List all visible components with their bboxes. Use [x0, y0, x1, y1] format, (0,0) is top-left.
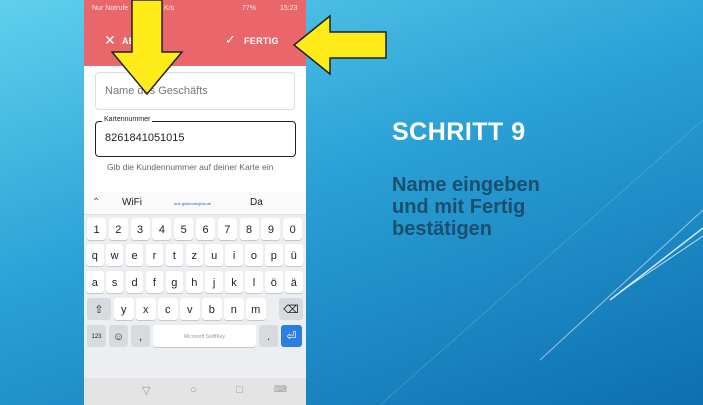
key-h[interactable]: h [185, 271, 203, 293]
key-y[interactable]: y [114, 298, 134, 320]
enter-key[interactable]: ⏎ [281, 325, 302, 347]
slide-instruction: Name eingeben und mit Fertig bestätigen [392, 174, 642, 240]
key-row-bottom: 123 ☺ , Microsoft SwiftKey . ⏎ [84, 323, 306, 349]
suggestion-bar: ⌃ WiFi ertz.goldenmujtas.de Da [84, 192, 306, 215]
key-s[interactable]: s [105, 271, 124, 293]
key-u[interactable]: u [205, 244, 223, 266]
key-ä[interactable]: ä [285, 271, 303, 293]
key-e[interactable]: e [125, 244, 144, 266]
key-ö[interactable]: ö [265, 271, 283, 293]
key-3[interactable]: 3 [130, 218, 150, 240]
key-o[interactable]: o [245, 244, 263, 266]
card-number-hint: Gib die Kundennummer auf deiner Karte ei… [107, 162, 274, 172]
key-d[interactable]: d [125, 271, 144, 293]
check-icon[interactable]: ✓ [225, 32, 236, 48]
suggestion-small[interactable]: ertz.goldenmujtas.de [174, 201, 211, 206]
left-arrow [292, 14, 387, 76]
key-7[interactable]: 7 [217, 218, 237, 240]
comma-key[interactable]: , [131, 325, 150, 347]
card-number-label: Kartennummer [102, 116, 153, 123]
key-k[interactable]: k [225, 271, 243, 293]
card-number-field[interactable]: Kartennummer 8261841051015 [95, 116, 296, 157]
key-t[interactable]: t [165, 244, 184, 266]
key-ü[interactable]: ü [285, 244, 303, 266]
key-2[interactable]: 2 [108, 218, 128, 240]
card-number-value: 8261841051015 [105, 132, 185, 144]
key-g[interactable]: g [165, 271, 184, 293]
keyboard: ⌃ WiFi ertz.goldenmujtas.de Da 123456789… [84, 192, 306, 405]
shift-key[interactable]: ⇧ [87, 298, 111, 320]
home-icon[interactable]: ○ [190, 384, 197, 396]
key-n[interactable]: n [224, 298, 244, 320]
clock-text: 15:23 [280, 5, 298, 12]
key-6[interactable]: 6 [196, 218, 215, 240]
key-row-2: asdfghjklöä [84, 269, 306, 295]
key-9[interactable]: 9 [261, 218, 281, 240]
instruction-line-2: und mit Fertig [392, 196, 526, 218]
key-j[interactable]: j [205, 271, 223, 293]
keyboard-hide-icon[interactable]: ⌨ [274, 384, 287, 395]
key-1[interactable]: 1 [87, 218, 106, 240]
key-f[interactable]: f [145, 271, 164, 293]
deco-line [619, 235, 703, 293]
key-z[interactable]: z [185, 244, 203, 266]
key-q[interactable]: q [86, 244, 104, 266]
key-b[interactable]: b [202, 298, 222, 320]
deco-line [379, 119, 703, 405]
key-row-numbers: 1234567890 [84, 216, 306, 242]
key-row-3: ⇧ ⌫ yxcvbnm [84, 296, 306, 322]
key-c[interactable]: c [158, 298, 178, 320]
expand-icon[interactable]: ⌃ [92, 197, 100, 208]
suggestion-2[interactable]: Da [250, 197, 263, 208]
period-key[interactable]: . [259, 325, 278, 347]
key-5[interactable]: 5 [174, 218, 194, 240]
down-arrow [110, 0, 184, 96]
key-i[interactable]: i [225, 244, 243, 266]
suggestion-1[interactable]: WiFi [122, 197, 142, 208]
left-arrow-shape [292, 14, 387, 76]
recents-icon[interactable]: □ [236, 384, 243, 396]
mode-key[interactable]: 123 [87, 325, 106, 347]
down-arrow-shape [110, 0, 184, 96]
key-a[interactable]: a [86, 271, 104, 293]
key-row-1: qwertzuiopü [84, 242, 306, 268]
battery-text: 77% [242, 5, 257, 12]
android-nav-bar: ▽ ○ □ ⌨ [84, 378, 306, 405]
done-button[interactable]: FERTIG [244, 36, 279, 46]
slide-title: SCHRITT 9 [392, 118, 526, 146]
slide: Nur Notrufe K/s 77% 15:23 ✕ AB EN ✓ FERT… [0, 0, 703, 405]
space-key[interactable]: Microsoft SwiftKey [153, 325, 256, 347]
key-0[interactable]: 0 [283, 218, 303, 240]
instruction-line-3: bestätigen [392, 218, 493, 240]
emoji-key[interactable]: ☺ [109, 325, 128, 347]
key-v[interactable]: v [180, 298, 200, 320]
key-l[interactable]: l [245, 271, 263, 293]
key-p[interactable]: p [265, 244, 283, 266]
key-x[interactable]: x [136, 298, 156, 320]
back-icon[interactable]: ▽ [142, 384, 150, 397]
key-w[interactable]: w [105, 244, 124, 266]
key-4[interactable]: 4 [152, 218, 172, 240]
backspace-key[interactable]: ⌫ [279, 298, 303, 320]
key-m[interactable]: m [246, 298, 266, 320]
instruction-line-1: Name eingeben [392, 174, 540, 196]
key-r[interactable]: r [145, 244, 164, 266]
key-8[interactable]: 8 [239, 218, 259, 240]
